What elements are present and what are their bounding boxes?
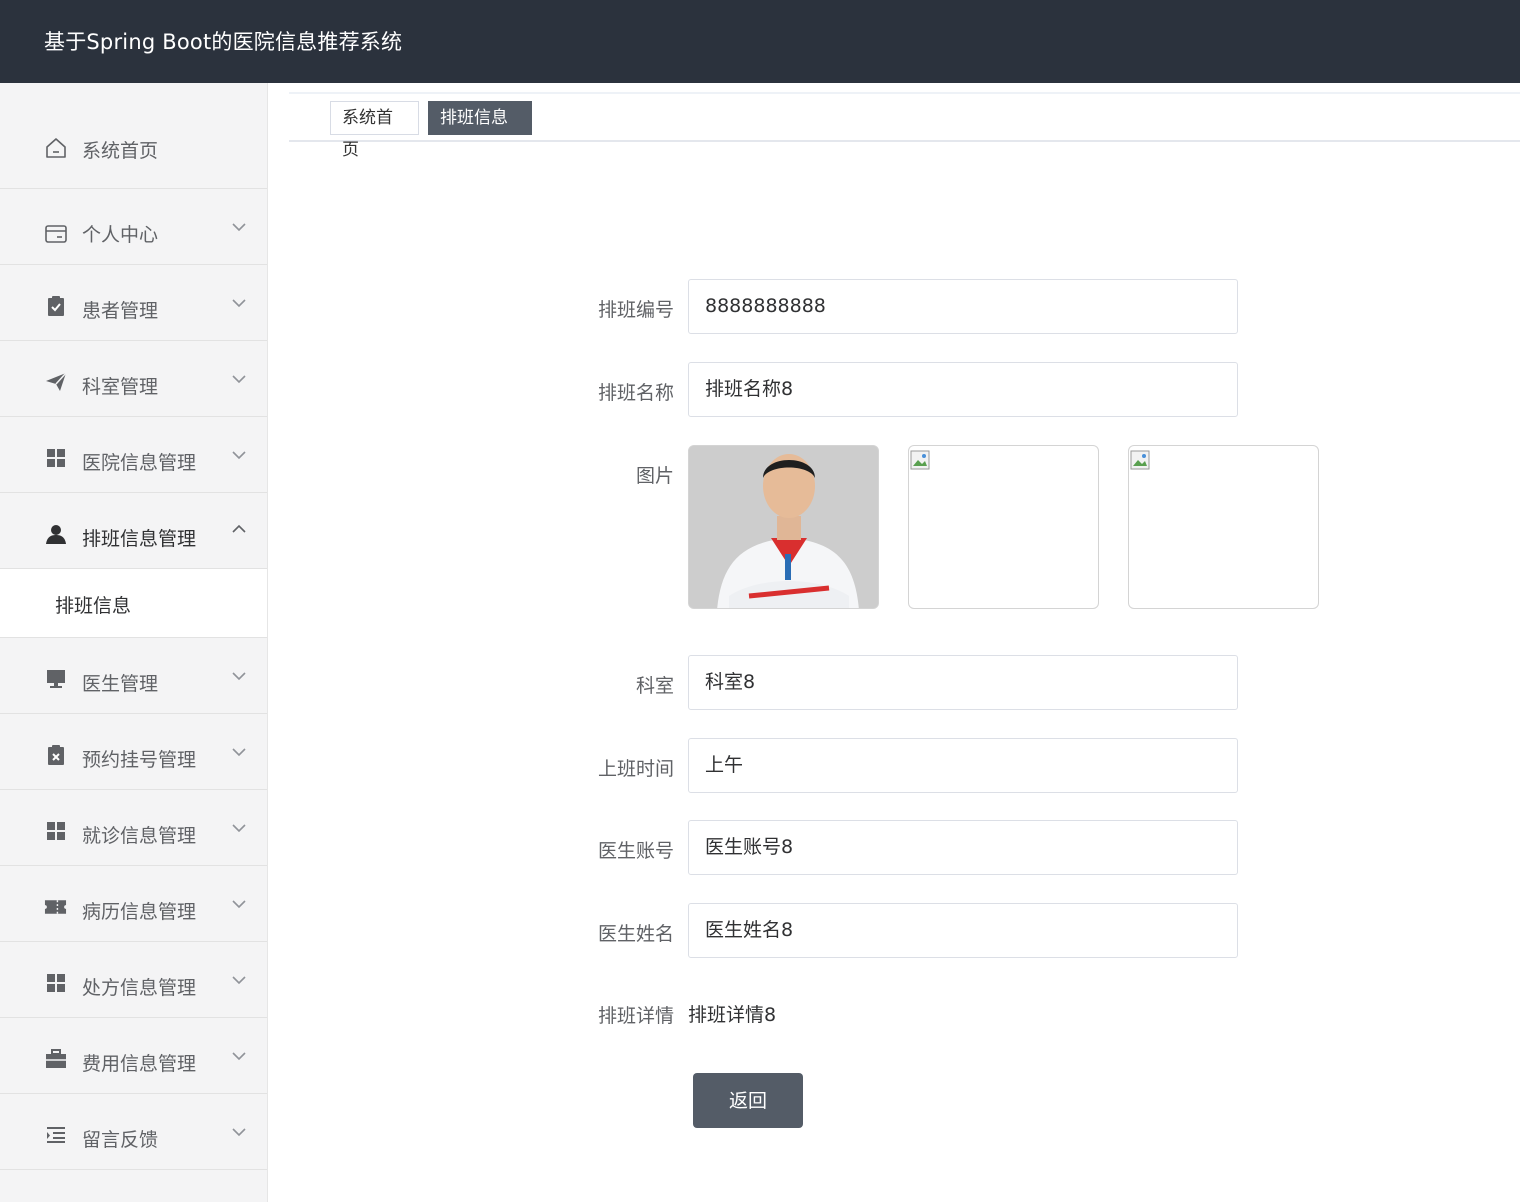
sidebar-item-patient[interactable]: 患者管理 bbox=[0, 265, 267, 341]
sidebar-item-label: 就诊信息管理 bbox=[82, 825, 197, 847]
tabs-bar: 系统首页 排班信息 ✕ bbox=[289, 92, 1520, 160]
monitor-icon bbox=[44, 667, 67, 690]
back-button[interactable]: 返回 bbox=[693, 1073, 803, 1128]
sidebar-item-feedback[interactable]: 留言反馈 bbox=[0, 1094, 267, 1170]
sidebar-item-label: 费用信息管理 bbox=[82, 1053, 197, 1075]
chevron-down-icon bbox=[232, 672, 246, 681]
sidebar-item-label: 处方信息管理 bbox=[82, 977, 197, 999]
sidebar-item-hospital-info[interactable]: 医院信息管理 bbox=[0, 417, 267, 493]
sidebar-item-label: 患者管理 bbox=[82, 300, 159, 322]
chevron-down-icon bbox=[232, 1052, 246, 1061]
sidebar-subitem-schedule-info[interactable]: 排班信息 bbox=[0, 569, 267, 638]
user-icon bbox=[44, 522, 67, 545]
briefcase-icon bbox=[44, 1047, 67, 1070]
sidebar-item-label: 系统首页 bbox=[82, 140, 159, 162]
sidebar-item-home[interactable]: 系统首页 bbox=[0, 83, 267, 189]
sidebar-item-prescription[interactable]: 处方信息管理 bbox=[0, 942, 267, 1018]
broken-image-icon bbox=[1130, 450, 1150, 470]
schedule-no-label: 排班编号 bbox=[597, 299, 674, 321]
ticket-icon bbox=[44, 895, 67, 918]
clipboard-x-icon bbox=[44, 743, 67, 766]
schedule-detail-label: 排班详情 bbox=[597, 1005, 674, 1027]
grid-icon bbox=[44, 446, 67, 469]
image-placeholder-3[interactable] bbox=[1128, 445, 1319, 609]
grid-icon bbox=[44, 971, 67, 994]
broken-image-icon bbox=[910, 450, 930, 470]
sidebar-item-label: 预约挂号管理 bbox=[82, 749, 197, 771]
sidebar-item-label: 个人中心 bbox=[82, 224, 159, 246]
sidebar-item-appointment[interactable]: 预约挂号管理 bbox=[0, 714, 267, 790]
sidebar-item-doctor[interactable]: 医生管理 bbox=[0, 638, 267, 714]
images-label: 图片 bbox=[635, 465, 674, 487]
doctor-account-label: 医生账号 bbox=[597, 840, 674, 862]
schedule-name-label: 排班名称 bbox=[597, 382, 674, 404]
sidebar: 系统首页 个人中心 患者管理 科室管理 医院信息管理 排班信息管理 排班信息 医… bbox=[0, 83, 268, 1202]
sidebar-item-label: 医院信息管理 bbox=[82, 452, 197, 474]
sidebar-item-label: 医生管理 bbox=[82, 673, 159, 695]
list-indent-icon bbox=[44, 1123, 67, 1146]
sidebar-subitem-label: 排班信息 bbox=[55, 595, 132, 617]
sidebar-item-personal-center[interactable]: 个人中心 bbox=[0, 189, 267, 265]
doctor-photo[interactable] bbox=[688, 445, 879, 609]
sidebar-item-medical-record[interactable]: 病历信息管理 bbox=[0, 866, 267, 942]
schedule-name-field[interactable]: 排班名称8 bbox=[688, 362, 1238, 417]
home-icon bbox=[44, 136, 67, 159]
tab-schedule-info[interactable]: 排班信息 ✕ bbox=[428, 101, 532, 160]
clipboard-check-icon bbox=[44, 294, 67, 317]
doctor-name-label: 医生姓名 bbox=[597, 923, 674, 945]
close-icon[interactable]: ✕ bbox=[442, 140, 456, 160]
top-bar: 基于Spring Boot的医院信息推荐系统 bbox=[0, 0, 1520, 83]
chevron-down-icon bbox=[232, 900, 246, 909]
department-field[interactable]: 科室8 bbox=[688, 655, 1238, 710]
app-title: 基于Spring Boot的医院信息推荐系统 bbox=[44, 30, 403, 54]
chevron-down-icon bbox=[232, 223, 246, 232]
wallet-icon bbox=[44, 222, 67, 245]
doctor-name-field[interactable]: 医生姓名8 bbox=[688, 903, 1238, 958]
paper-plane-icon bbox=[44, 370, 67, 393]
chevron-down-icon bbox=[232, 824, 246, 833]
sidebar-item-schedule-management[interactable]: 排班信息管理 bbox=[0, 493, 267, 569]
chevron-down-icon bbox=[232, 748, 246, 757]
sidebar-item-visit-info[interactable]: 就诊信息管理 bbox=[0, 790, 267, 866]
chevron-up-icon bbox=[232, 524, 246, 533]
sidebar-item-label: 留言反馈 bbox=[82, 1129, 159, 1151]
sidebar-item-label: 病历信息管理 bbox=[82, 901, 197, 923]
sidebar-item-department[interactable]: 科室管理 bbox=[0, 341, 267, 417]
doctor-account-field[interactable]: 医生账号8 bbox=[688, 820, 1238, 875]
chevron-down-icon bbox=[232, 451, 246, 460]
chevron-down-icon bbox=[232, 299, 246, 308]
sidebar-item-fee[interactable]: 费用信息管理 bbox=[0, 1018, 267, 1094]
shift-time-field[interactable]: 上午 bbox=[688, 738, 1238, 793]
tab-home[interactable]: 系统首页 bbox=[330, 101, 419, 160]
schedule-no-field[interactable]: 8888888888 bbox=[688, 279, 1238, 334]
schedule-detail-value: 排班详情8 bbox=[688, 1004, 777, 1026]
image-placeholder-2[interactable] bbox=[908, 445, 1099, 609]
sidebar-item-label: 科室管理 bbox=[82, 376, 159, 398]
department-label: 科室 bbox=[635, 675, 674, 697]
grid-icon bbox=[44, 819, 67, 842]
doctor-portrait-image bbox=[689, 446, 878, 608]
sidebar-item-label: 排班信息管理 bbox=[82, 528, 197, 550]
chevron-down-icon bbox=[232, 1128, 246, 1137]
tab-label: 系统首页 bbox=[342, 108, 393, 160]
shift-time-label: 上班时间 bbox=[597, 758, 674, 780]
chevron-down-icon bbox=[232, 375, 246, 384]
tab-label: 排班信息 bbox=[440, 108, 508, 128]
chevron-down-icon bbox=[232, 976, 246, 985]
